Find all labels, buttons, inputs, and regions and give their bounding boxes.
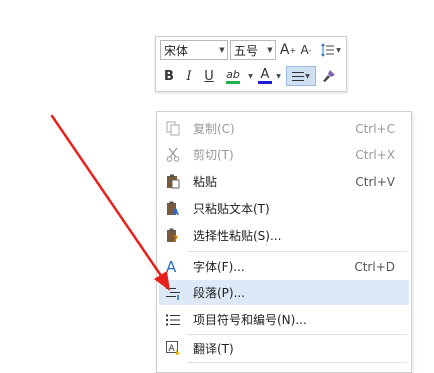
translate-icon: A [165, 341, 181, 357]
svg-text:A: A [172, 208, 179, 216]
grow-font-button[interactable]: A + [280, 40, 296, 60]
minus-icon: - [308, 45, 312, 55]
font-color-bar [258, 81, 272, 84]
menu-item-cut[interactable]: 剪切(T) Ctrl+X [159, 142, 409, 167]
menu-item-label: 段落(P)... [193, 286, 246, 300]
svg-text:?: ? [173, 235, 178, 243]
shrink-font-label: A [300, 43, 309, 57]
chevron-down-icon: ▼ [248, 72, 253, 80]
menu-item-shortcut: Ctrl+X [355, 147, 395, 162]
menu-item-paste-text-only[interactable]: A 只粘贴文本(T) [159, 196, 409, 221]
svg-text:A: A [168, 344, 175, 354]
shrink-font-button[interactable]: A- [298, 40, 314, 60]
scissors-icon [165, 147, 181, 163]
copy-icon [165, 121, 181, 137]
menu-item-font[interactable]: A 字体(F)... Ctrl+D [159, 254, 409, 279]
paragraph-icon [165, 285, 181, 301]
menu-item-bullets-numbering[interactable]: 项目符号和编号(N)... [159, 307, 409, 332]
underline-button[interactable]: U [202, 66, 216, 86]
svg-text:A: A [166, 259, 177, 274]
format-painter-icon [323, 70, 335, 82]
menu-item-label: 只粘贴文本(T) [193, 202, 270, 216]
menu-item-label: 复制(C) [193, 122, 235, 136]
highlight-label: ab [226, 67, 240, 81]
menu-item-shortcut: Ctrl+C [355, 121, 395, 136]
menu-item-shortcut: Ctrl+V [355, 174, 395, 189]
line-spacing-button[interactable]: ▼ [317, 40, 345, 60]
chevron-down-icon: ▼ [219, 46, 225, 54]
grow-font-label: A [279, 42, 290, 58]
format-painter-button[interactable] [320, 66, 338, 86]
highlight-dropdown[interactable]: ▼ [246, 66, 254, 86]
chevron-down-icon: ▼ [336, 46, 341, 54]
context-menu: 复制(C) Ctrl+C 剪切(T) Ctrl+X 粘贴 Ctrl+V A 只粘… [156, 111, 412, 373]
italic-button[interactable]: I [182, 66, 196, 86]
highlight-button[interactable]: ab [220, 66, 246, 86]
menu-separator [187, 362, 407, 363]
paste-text-icon: A [165, 201, 181, 217]
highlight-color-bar [226, 80, 240, 84]
menu-separator [187, 334, 407, 335]
font-name-combo[interactable]: 宋体 ▼ [160, 40, 228, 60]
menu-item-paste[interactable]: 粘贴 Ctrl+V [159, 169, 409, 194]
menu-item-label: 剪切(T) [193, 148, 234, 162]
menu-separator [187, 251, 407, 252]
font-name-value: 宋体 [164, 43, 189, 58]
menu-item-label: 字体(F)... [193, 260, 245, 274]
font-icon: A [165, 259, 181, 275]
plus-icon: + [289, 45, 297, 55]
align-button[interactable]: ▼ [286, 66, 316, 86]
menu-item-label: 选择性粘贴(S)... [193, 229, 282, 243]
font-color-dropdown[interactable]: ▼ [274, 66, 282, 86]
menu-item-translate[interactable]: A 翻译(T) [159, 336, 409, 361]
paste-icon [165, 174, 181, 190]
mini-toolbar: 宋体 ▼ 五号 ▼ A + A- ▼ B I U ab ▼ A ▼ ▼ [155, 36, 347, 92]
menu-item-label: 粘贴 [193, 175, 218, 189]
font-size-combo[interactable]: 五号 ▼ [230, 40, 276, 60]
bold-button[interactable]: B [162, 66, 176, 86]
menu-item-shortcut: Ctrl+D [354, 259, 395, 274]
menu-item-label: 翻译(T) [193, 342, 234, 356]
font-color-button[interactable]: A [256, 66, 274, 86]
chevron-down-icon: ▼ [276, 72, 281, 80]
menu-item-label: 项目符号和编号(N)... [193, 313, 307, 327]
line-spacing-icon [321, 43, 335, 57]
font-size-value: 五号 [234, 43, 259, 58]
font-color-label: A [260, 67, 270, 82]
align-icon [292, 71, 305, 81]
menu-item-paragraph[interactable]: 段落(P)... [159, 280, 409, 305]
menu-item-copy[interactable]: 复制(C) Ctrl+C [159, 116, 409, 141]
menu-item-paste-special[interactable]: ? 选择性粘贴(S)... [159, 223, 409, 248]
paste-special-icon: ? [165, 228, 181, 244]
chevron-down-icon: ▼ [305, 72, 310, 80]
bullets-icon [165, 312, 181, 328]
chevron-down-icon: ▼ [267, 46, 273, 54]
